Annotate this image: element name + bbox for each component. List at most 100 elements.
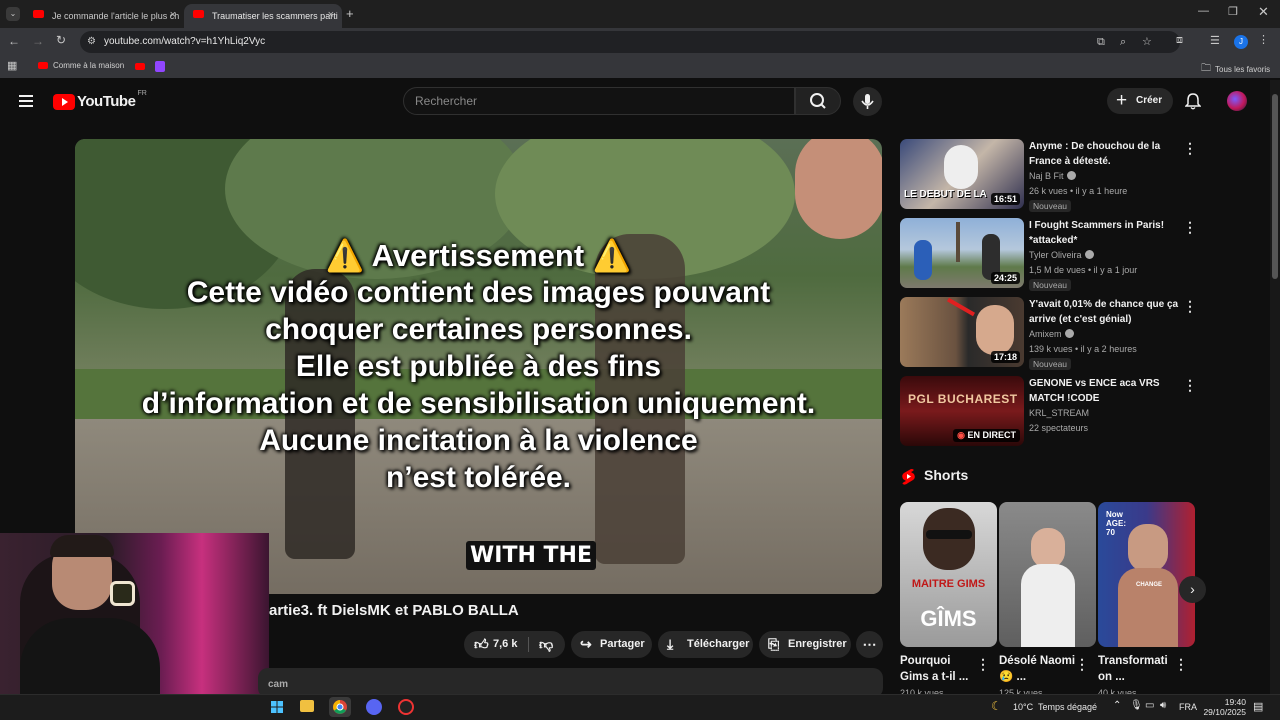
account-avatar[interactable] xyxy=(1227,91,1247,111)
recommendation-title[interactable]: I Fought Scammers in Paris! *attacked* xyxy=(1029,218,1179,248)
site-info-icon[interactable]: ⚙ xyxy=(87,31,96,53)
more-options-icon[interactable]: ⋮ xyxy=(1174,656,1188,673)
window-close-icon[interactable]: ✕ xyxy=(1258,4,1269,20)
bookmark-star-icon[interactable]: ☆ xyxy=(1142,31,1152,53)
short-title[interactable]: Transformati on ... xyxy=(1098,653,1180,685)
microphone-icon[interactable]: 🎙︎ xyxy=(1130,700,1143,711)
tray-overflow-icon[interactable]: ⌃ xyxy=(1113,700,1121,711)
search-button[interactable] xyxy=(795,87,841,115)
recommendation-thumbnail[interactable]: 24:25 xyxy=(900,218,1024,288)
new-badge: Nouveau xyxy=(1029,200,1072,212)
short-thumbnail[interactable] xyxy=(999,502,1096,647)
chrome-taskbar-button[interactable] xyxy=(329,697,351,717)
warning-title: ⚠️ Avertissement ⚠️ xyxy=(325,238,632,273)
scrollbar-thumb[interactable] xyxy=(1272,94,1278,279)
search-input[interactable]: Rechercher xyxy=(403,87,795,115)
short-title[interactable]: Désolé Naomi😢 ... xyxy=(999,653,1081,685)
live-label: EN DIRECT xyxy=(967,430,1016,440)
recommendation-thumbnail[interactable]: PGL BUCHAREST ◉ EN DIRECT xyxy=(900,376,1024,446)
more-options-icon[interactable]: ⋮ xyxy=(1075,656,1089,673)
input-language[interactable]: FRA xyxy=(1179,702,1197,712)
volume-icon[interactable]: 🔊︎ xyxy=(1160,700,1166,711)
recommendation-meta: 1,5 M de vues • il y a 1 jour xyxy=(1029,265,1138,275)
more-actions-icon[interactable]: ⋯ xyxy=(856,631,883,658)
video-player[interactable]: ⚠️ Avertissement ⚠️ Cette vidéo contient… xyxy=(75,139,882,594)
shorts-logo-icon xyxy=(901,468,916,485)
voice-search-button[interactable] xyxy=(853,87,882,116)
minimize-icon[interactable]: — xyxy=(1198,5,1209,17)
install-app-icon[interactable]: ⧉ xyxy=(1097,31,1105,53)
close-icon[interactable]: × xyxy=(328,9,334,21)
new-badge: Nouveau xyxy=(1029,358,1072,370)
youtube-logo[interactable]: YouTube FR xyxy=(53,90,147,110)
profile-avatar[interactable]: J xyxy=(1234,35,1248,49)
more-options-icon[interactable]: ⋮ xyxy=(1183,298,1197,315)
short-thumbnail[interactable]: Now AGE: 70 CHANGE xyxy=(1098,502,1195,647)
extensions-icon[interactable]: ⧈ xyxy=(1176,34,1183,47)
new-tab-icon[interactable]: + xyxy=(346,6,354,21)
country-code: FR xyxy=(137,90,147,97)
thumb-face xyxy=(944,145,978,189)
discord-icon[interactable] xyxy=(366,699,382,715)
apps-grid-icon[interactable]: ▦ xyxy=(7,59,17,72)
tab-search-icon[interactable]: ⌄ xyxy=(6,7,20,21)
all-bookmarks[interactable]: 🗀 Tous les favoris xyxy=(1201,61,1270,78)
recommendation-channel[interactable]: Tyler Oliveira xyxy=(1029,250,1094,260)
file-explorer-icon[interactable] xyxy=(300,700,314,712)
tab-2[interactable]: Traumatiser les scammers parti × xyxy=(184,4,342,28)
restore-icon[interactable]: ❐ xyxy=(1228,5,1238,18)
recommendation-channel[interactable]: Naj B Fit xyxy=(1029,171,1076,181)
download-label: Télécharger xyxy=(687,638,750,650)
recommendation-title[interactable]: Anyme : De chouchou de la France à détes… xyxy=(1029,139,1179,169)
obs-icon[interactable] xyxy=(398,699,414,715)
forward-icon[interactable]: → xyxy=(32,34,44,48)
reload-icon[interactable]: ↻ xyxy=(56,33,66,47)
weather-condition[interactable]: Temps dégagé xyxy=(1038,702,1097,712)
notification-center-icon[interactable]: ▤ xyxy=(1253,700,1263,713)
browser-tab-strip: ⌄ Je commande l'article le plus ch × Tra… xyxy=(0,0,1280,28)
network-icon[interactable]: ▭ xyxy=(1145,700,1154,711)
more-options-icon[interactable]: ⋮ xyxy=(1183,377,1197,394)
more-options-icon[interactable]: ⋮ xyxy=(1183,140,1197,157)
tab-1[interactable]: Je commande l'article le plus ch × xyxy=(24,4,184,28)
bookmark-label: Comme à la maison xyxy=(53,61,125,70)
youtube-bookmark-icon[interactable] xyxy=(135,63,145,70)
bookmark-item[interactable]: Comme à la maison xyxy=(38,61,124,70)
weather-moon-icon[interactable]: ☾ xyxy=(991,699,1002,713)
zoom-icon[interactable]: ⌕ xyxy=(1120,31,1126,53)
share-button[interactable]: ↪ Partager xyxy=(571,631,652,658)
dislike-button[interactable]: 👎︎ xyxy=(529,631,565,658)
recommendation-title[interactable]: GENONE vs ENCE aca VRS MATCH !CODE xyxy=(1029,376,1179,406)
short-title[interactable]: Pourquoi Gims a t-il ... xyxy=(900,653,982,685)
more-options-icon[interactable]: ⋮ xyxy=(1183,219,1197,236)
create-button[interactable]: + Créer xyxy=(1107,88,1173,114)
menu-kebab-icon[interactable]: ⋮ xyxy=(1258,33,1269,46)
twitch-bookmark-icon[interactable] xyxy=(155,61,165,72)
notifications-bell-icon[interactable] xyxy=(1185,92,1201,110)
thumb-sunglasses xyxy=(926,530,972,539)
clock[interactable]: 19:40 29/10/2025 xyxy=(1200,697,1246,718)
like-button[interactable]: 👍︎ 7,6 k xyxy=(464,631,528,658)
recommendation-thumbnail[interactable]: 17:18 xyxy=(900,297,1024,367)
warning-line: d’information et de sensibilisation uniq… xyxy=(141,387,816,420)
address-bar[interactable]: ⚙ youtube.com/watch?v=h1YhLiq2Vyc ⧉ ⌕ ☆ xyxy=(80,31,1180,53)
shorts-next-icon[interactable]: › xyxy=(1179,576,1206,603)
more-options-icon[interactable]: ⋮ xyxy=(976,656,990,673)
weather-temperature[interactable]: 10°C xyxy=(1013,702,1033,712)
reading-list-icon[interactable]: ☰ xyxy=(1210,34,1220,47)
recommendation-thumbnail[interactable]: LE DEBUT DE LA 16:51 xyxy=(900,139,1024,209)
close-icon[interactable]: × xyxy=(170,9,176,21)
recommendation-title[interactable]: Y'avait 0,01% de chance que ça arrive (e… xyxy=(1029,297,1179,327)
page-scrollbar[interactable] xyxy=(1270,80,1280,694)
windows-start-icon[interactable] xyxy=(271,701,283,713)
hamburger-menu-icon[interactable] xyxy=(19,95,33,107)
back-icon[interactable]: ← xyxy=(8,34,20,48)
thumb-person xyxy=(914,240,932,280)
save-button[interactable]: ⎘ Enregistrer xyxy=(759,631,851,658)
share-label: Partager xyxy=(600,638,645,650)
recommendation-channel[interactable]: Amixem xyxy=(1029,329,1074,339)
download-button[interactable]: ⤓ Télécharger xyxy=(658,631,753,658)
short-thumbnail[interactable]: MAITRE GIMS GÎMS xyxy=(900,502,997,647)
recommendation-channel[interactable]: KRL_STREAM xyxy=(1029,408,1089,418)
video-warning-overlay: ⚠️ Avertissement ⚠️ Cette vidéo contient… xyxy=(75,237,882,496)
